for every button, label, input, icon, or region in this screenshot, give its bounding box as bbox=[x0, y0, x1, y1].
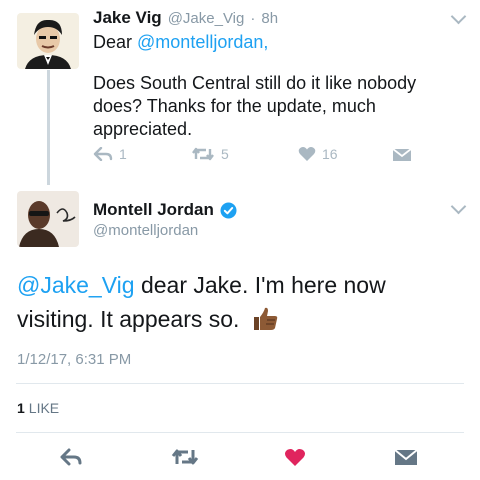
chevron-down-icon[interactable] bbox=[450, 8, 467, 25]
likes-number: 1 bbox=[17, 400, 25, 416]
avatar-montell-jordan[interactable] bbox=[17, 191, 79, 247]
reply-tweet-header: Jake Vig @Jake_Vig · 8h bbox=[93, 8, 278, 28]
reply-tweet-salutation: Dear @montelljordan, bbox=[93, 31, 453, 54]
retweet-button[interactable] bbox=[171, 448, 199, 471]
main-tweet-text: @Jake_Vig dear Jake. I'm here now visiti… bbox=[17, 268, 437, 336]
thumbs-up-emoji bbox=[253, 307, 278, 330]
reply-icon bbox=[60, 448, 82, 466]
mention-link[interactable]: @Jake_Vig bbox=[17, 272, 135, 298]
direct-message-icon bbox=[394, 449, 418, 465]
direct-message-button[interactable] bbox=[392, 148, 412, 167]
chevron-down-icon[interactable] bbox=[450, 198, 467, 215]
avatar-jake-vig[interactable] bbox=[17, 13, 79, 69]
main-tweet-author: Montell Jordan @montelljordan bbox=[93, 200, 237, 239]
author-handle[interactable]: @montelljordan bbox=[93, 222, 237, 239]
salutation-word: Dear bbox=[93, 32, 133, 52]
heart-icon bbox=[298, 147, 316, 161]
tweet-time[interactable]: 8h bbox=[261, 10, 278, 27]
like-button[interactable] bbox=[284, 448, 306, 472]
like-button[interactable]: 16 bbox=[298, 146, 338, 162]
retweet-button[interactable]: 5 bbox=[191, 146, 229, 162]
avatar-photo-icon bbox=[17, 191, 79, 247]
direct-message-icon bbox=[392, 148, 412, 161]
reply-button[interactable]: 1 bbox=[93, 146, 127, 162]
retweet-count: 5 bbox=[221, 146, 229, 162]
reply-tweet-body: Does South Central still do it like nobo… bbox=[93, 73, 417, 139]
retweet-icon bbox=[171, 449, 199, 465]
main-tweet-actions bbox=[0, 446, 480, 470]
divider-bottom bbox=[16, 432, 464, 433]
divider-top bbox=[16, 383, 464, 384]
separator-dot: · bbox=[250, 10, 256, 27]
author-handle[interactable]: @Jake_Vig bbox=[168, 10, 245, 27]
like-count: 16 bbox=[322, 146, 338, 162]
reply-icon bbox=[93, 147, 113, 161]
reply-button[interactable] bbox=[59, 448, 83, 471]
tweet-timestamp[interactable]: 1/12/17, 6:31 PM bbox=[17, 351, 131, 368]
likes-summary[interactable]: 1 LIKE bbox=[17, 400, 59, 416]
mention-link[interactable]: @montelljordan, bbox=[137, 32, 268, 52]
thread-connector-line bbox=[47, 70, 50, 185]
author-name[interactable]: Jake Vig bbox=[93, 8, 162, 28]
likes-label: LIKE bbox=[28, 400, 60, 416]
heart-icon bbox=[284, 449, 306, 466]
avatar-illustration-icon bbox=[17, 13, 79, 69]
retweet-icon bbox=[192, 147, 214, 161]
author-name[interactable]: Montell Jordan bbox=[93, 200, 214, 220]
direct-message-button[interactable] bbox=[394, 449, 418, 471]
reply-count: 1 bbox=[119, 146, 127, 162]
reply-tweet-actions: 1 5 16 bbox=[93, 146, 423, 166]
verified-badge-icon bbox=[220, 202, 237, 218]
